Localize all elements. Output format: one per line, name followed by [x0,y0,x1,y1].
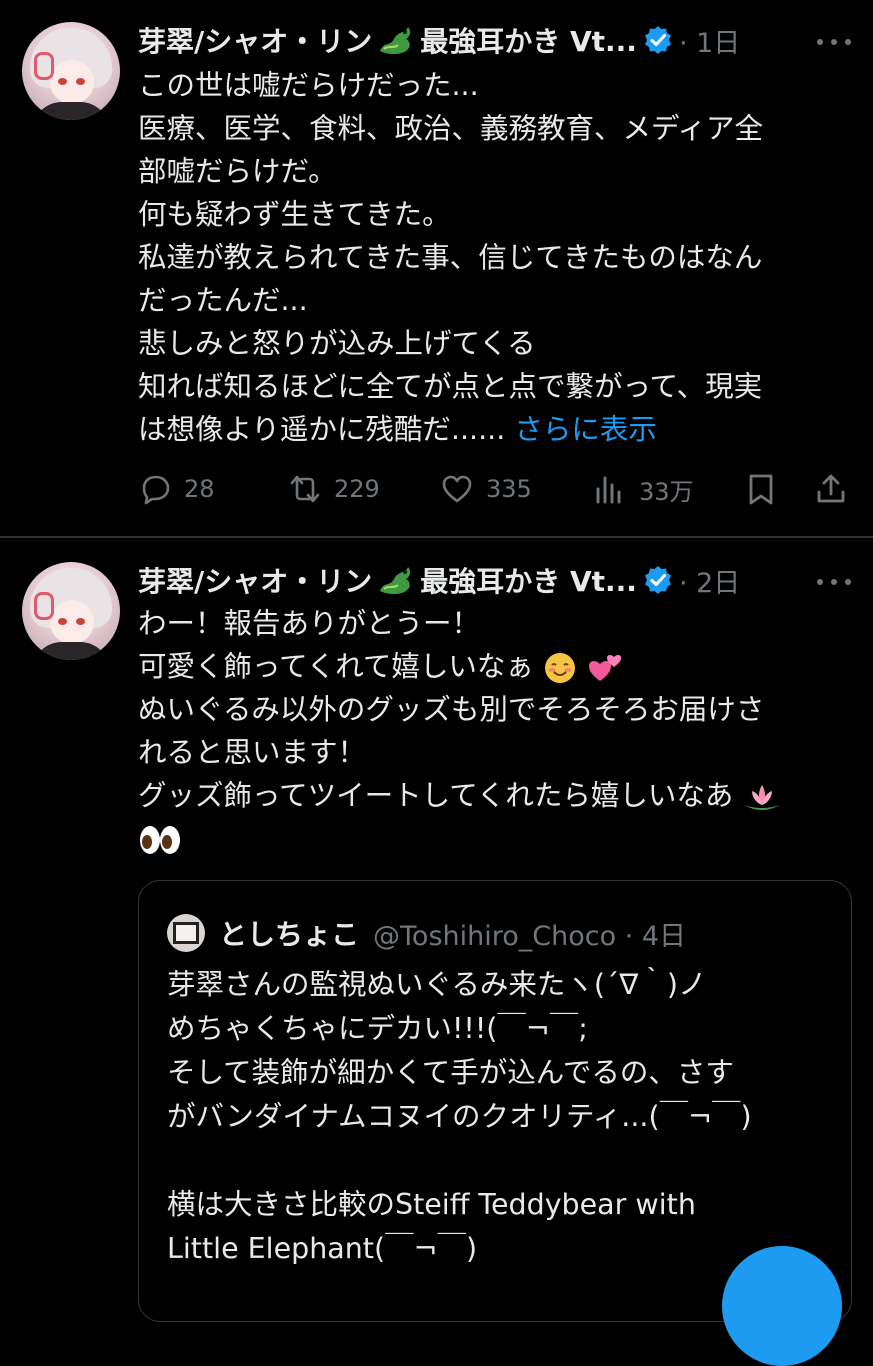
tweet[interactable]: 芽翠/シャオ・リン 最強耳かき Vt... · 2日 わー！報告ありがとうー！ … [0,538,873,1322]
quoted-author-name[interactable]: としちょこ [219,913,359,953]
tweet-line: 知れば知るほどに全てが点と点で繋がって、現実 [138,370,763,403]
tweet-line: 私達が教えられてきた事、信じてきたものはなん [138,241,763,274]
like-button[interactable]: 335 [440,466,532,512]
author-name-tail[interactable]: 最強耳かき Vt... [420,20,637,60]
author-avatar[interactable] [22,22,120,120]
tweet-line-with-emoji: 可愛く飾ってくれて嬉しいなぁ [138,645,848,688]
author-avatar[interactable] [22,562,120,660]
author-name[interactable]: 芽翠/シャオ・リン [138,20,372,60]
quoted-author-avatar[interactable] [167,914,205,952]
verified-badge-icon [644,26,671,54]
tweet-text: この世は嘘だらけだった... 医療、医学、食料、政治、義務教育、メディア全 部嘘… [138,64,848,451]
quote-line: めちゃくちゃにデカい!!!(￣¬￣; [167,1012,588,1045]
tweet-header: 芽翠/シャオ・リン 最強耳かき Vt... · 2日 [138,558,740,602]
author-name-tail[interactable]: 最強耳かき Vt... [420,560,637,600]
quoted-author-handle[interactable]: @Toshihiro_Choco · 4日 [373,914,686,953]
tweet-line: この世は嘘だらけだった... [138,69,479,102]
tweet-text: わー！報告ありがとうー！ 可愛く飾ってくれて嬉しいなぁ ぬいぐるみ以外のグッズも… [138,602,848,860]
more-options-icon[interactable] [817,577,851,587]
share-button[interactable] [814,466,860,512]
tweet-line: 悲しみと怒りが込み上げてくる [138,327,536,360]
tweet-timestamp[interactable]: · 2日 [679,561,740,600]
author-name[interactable]: 芽翠/シャオ・リン [138,560,372,600]
like-count: 335 [486,475,532,503]
quote-line: そして装飾が細かくて手が込んでるの、さす [167,1056,734,1089]
tweet-line: ぬいぐるみ以外のグッズも別でそろそろお届けさ [138,693,765,726]
tweet-line-with-emoji: グッズ飾ってツイートしてくれたら嬉しいなあ [138,774,848,817]
dragon-emoji-icon [380,27,411,54]
quote-line: 横は大きさ比較のSteiff Teddybear with [167,1188,696,1221]
quote-line: Little Elephant(￣¬￣) [167,1232,478,1265]
eyes-emoji-icon [140,826,180,854]
quoted-tweet-card[interactable]: としちょこ @Toshihiro_Choco · 4日 芽翠さんの監視ぬいぐるみ… [138,880,852,1322]
show-more-link[interactable]: さらに表示 [514,413,657,446]
tweet-line: 何も疑わず生きてきた。 [138,198,451,231]
tweet-line: れると思います！ [138,736,367,769]
eyes-line [138,817,848,860]
more-options-icon[interactable] [817,37,851,47]
quoted-tweet-text: 芽翠さんの監視ぬいぐるみ来たヽ(´∇｀)ノ めちゃくちゃにデカい!!!(￣¬￣;… [167,963,827,1271]
reply-button[interactable]: 28 [138,466,215,512]
dragon-emoji-icon [380,567,411,594]
retweet-button[interactable]: 229 [288,466,380,512]
tweet-line: 可愛く飾ってくれて嬉しいなぁ [138,650,534,683]
tweet-line: わー！報告ありがとうー！ [138,607,481,640]
verified-badge-icon [644,566,671,594]
tweet-header: 芽翠/シャオ・リン 最強耳かき Vt... · 1日 [138,18,740,62]
retweet-count: 229 [334,475,380,503]
views-button[interactable]: 33万 [593,466,694,512]
bookmark-icon [749,474,773,505]
tweet-timestamp[interactable]: · 1日 [679,21,740,60]
view-count: 33万 [639,477,694,506]
retweet-icon [290,475,320,503]
tweet-line: グッズ飾ってツイートしてくれたら嬉しいなあ [138,779,734,812]
compose-fab-button[interactable] [722,1246,842,1366]
tweet-line: 部嘘だらけだ。 [138,155,337,188]
tweet-line: 医療、医学、食料、政治、義務教育、メディア全 [138,112,764,145]
quote-line: がバンダイナムコヌイのクオリティ...(￣¬￣) [167,1100,752,1133]
smiling-face-emoji-icon [544,653,575,683]
heart-icon [442,475,472,503]
bookmark-button[interactable] [744,466,790,512]
reply-count: 28 [184,475,215,503]
reply-icon [142,475,170,505]
tweet-line: だったんだ... [138,284,308,317]
tweet-line: は想像より遥かに残酷だ...... [138,413,515,446]
share-icon [817,474,845,503]
tweet-line-last: は想像より遥かに残酷だ...... さらに表示 [138,408,848,451]
quoted-tweet-header: としちょこ @Toshihiro_Choco · 4日 [167,911,686,955]
two-hearts-emoji-icon [589,655,621,681]
quote-line: 芽翠さんの監視ぬいぐるみ来たヽ(´∇｀)ノ [167,968,707,1001]
views-chart-icon [596,476,621,504]
tweet-actions: 28 229 335 33万 [138,466,858,512]
tweet[interactable]: 芽翠/シャオ・リン 最強耳かき Vt... · 1日 この世は嘘だらけだった..… [0,0,873,537]
quote-line [167,1139,827,1183]
lotus-emoji-icon [744,785,781,810]
